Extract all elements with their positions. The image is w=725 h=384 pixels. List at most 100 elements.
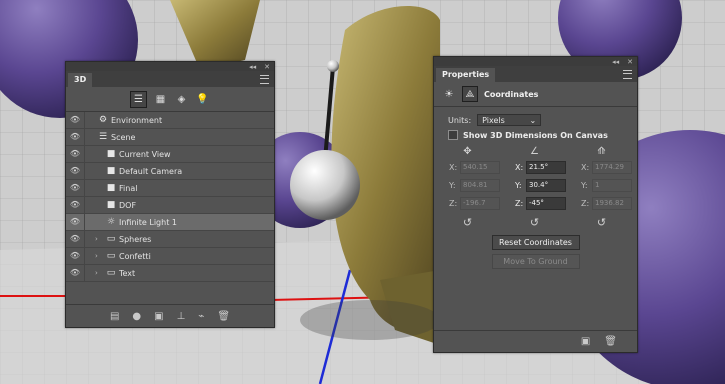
visibility-eye-icon[interactable]: 👁 [66, 214, 85, 230]
layer-row[interactable]: 👁 › ▭ Spheres [66, 231, 274, 248]
units-label: Units: [448, 115, 472, 125]
layer-name: Scene [111, 132, 136, 142]
position-z-label: Z: [449, 199, 458, 208]
reset-rotation-icon[interactable]: ↺ [501, 216, 568, 229]
folder-icon: ▭ [106, 251, 116, 261]
add-material-icon[interactable]: ▣ [154, 311, 163, 322]
expand-chevron-icon[interactable]: › [95, 269, 103, 277]
camera-icon: ■ [106, 183, 116, 193]
show-dimensions-label: Show 3D Dimensions On Canvas [463, 130, 608, 140]
layer-row[interactable]: 👁 ■ Default Camera [66, 163, 274, 180]
visibility-eye-icon[interactable]: 👁 [66, 197, 85, 213]
ground-icon[interactable]: ⊥ [177, 311, 186, 322]
panel-topbar: ◂◂ ✕ [66, 62, 274, 71]
scale-z-field[interactable]: 1936.82 [592, 197, 632, 210]
rotation-x-field[interactable]: 21.5° [526, 161, 566, 174]
tab-row: 3D [66, 71, 274, 87]
show-dimensions-row: Show 3D Dimensions On Canvas [434, 126, 637, 140]
rotation-z-field[interactable]: -45° [526, 197, 566, 210]
visibility-eye-icon[interactable]: 👁 [66, 112, 85, 128]
scale-x-label: X: [581, 163, 590, 172]
visibility-eye-icon[interactable]: 👁 [66, 248, 85, 264]
move-to-ground-row: Move To Ground [434, 250, 637, 269]
scene-filter-icon[interactable]: ☰ [130, 90, 147, 108]
position-z-field[interactable]: -196.7 [460, 197, 500, 210]
layer-name: Current View [119, 149, 171, 159]
position-icon: ✥ [463, 146, 472, 157]
units-select[interactable]: Pixels ⌄ [477, 114, 542, 126]
chevron-down-icon: ⌄ [529, 115, 537, 125]
tab-3d[interactable]: 3D [68, 73, 93, 87]
add-constraint-icon[interactable]: ⌁ [198, 311, 204, 322]
panel-menu-icon[interactable] [623, 70, 632, 79]
expand-chevron-icon[interactable]: › [95, 235, 103, 243]
add-light-icon[interactable]: ● [132, 311, 141, 322]
render-icon[interactable]: ▤ [110, 311, 119, 322]
scale-y-field[interactable]: 1 [592, 179, 632, 192]
show-dimensions-checkbox[interactable] [448, 130, 458, 140]
layer-name: Default Camera [119, 166, 183, 176]
delete-icon[interactable]: 🗑 [217, 311, 230, 322]
layer-row[interactable]: 👁 ■ Current View [66, 146, 274, 163]
layer-row[interactable]: 👁 ■ DOF [66, 197, 274, 214]
visibility-eye-icon[interactable]: 👁 [66, 180, 85, 196]
rotation-y-cell: Y: 30.4° [515, 179, 581, 192]
infinite-light-icon: ☼ [106, 217, 116, 227]
visibility-eye-icon[interactable]: 👁 [66, 163, 85, 179]
layer-row[interactable]: 👁 ■ Final [66, 180, 274, 197]
layer-name: Infinite Light 1 [119, 217, 177, 227]
coordinate-grid: X: 540.15 X: 21.5° X: 1774.29 Y: 804.81 … [434, 157, 637, 210]
collapse-icon[interactable]: ◂◂ [249, 63, 256, 71]
layer-row[interactable]: 👁 ☰ Scene [66, 129, 274, 146]
reset-coordinates-button[interactable]: Reset Coordinates [491, 235, 580, 250]
properties-header: ☀ ⟁ Coordinates [434, 82, 637, 107]
light-properties-icon[interactable]: ☀ [442, 87, 456, 101]
environment-icon: ⚙ [98, 115, 108, 125]
rotation-y-field[interactable]: 30.4° [526, 179, 566, 192]
scale-z-label: Z: [581, 199, 590, 208]
render-preview-icon[interactable]: ▣ [581, 336, 590, 347]
scale-z-cell: Z: 1936.82 [581, 197, 647, 210]
camera-icon: ■ [106, 200, 116, 210]
position-y-field[interactable]: 804.81 [460, 179, 500, 192]
layer-name: Final [119, 183, 138, 193]
expand-chevron-icon[interactable]: › [95, 252, 103, 260]
rotation-x-label: X: [515, 163, 524, 172]
light-filter-icon[interactable]: 💡 [195, 92, 210, 107]
layer-name: Environment [111, 115, 163, 125]
layer-row[interactable]: 👁 › ▭ Confetti [66, 248, 274, 265]
rotation-x-cell: X: 21.5° [515, 161, 581, 174]
panel-menu-icon[interactable] [260, 75, 269, 84]
visibility-eye-icon[interactable]: 👁 [66, 231, 85, 247]
reset-coordinates-row: Reset Coordinates [434, 229, 637, 250]
position-y-cell: Y: 804.81 [449, 179, 515, 192]
reset-position-icon[interactable]: ↺ [434, 216, 501, 229]
scale-x-cell: X: 1774.29 [581, 161, 647, 174]
reset-scale-icon[interactable]: ↺ [568, 216, 635, 229]
tab-properties[interactable]: Properties [436, 68, 496, 82]
layer-row[interactable]: 👁 ⚙ Environment [66, 112, 274, 129]
visibility-eye-icon[interactable]: 👁 [66, 146, 85, 162]
units-value: Pixels [482, 115, 505, 125]
close-panel-icon[interactable]: ✕ [627, 58, 633, 66]
move-to-ground-button[interactable]: Move To Ground [491, 254, 580, 269]
position-x-field[interactable]: 540.15 [460, 161, 500, 174]
collapse-icon[interactable]: ◂◂ [612, 58, 619, 66]
position-y-label: Y: [449, 181, 456, 190]
panel-bottom-bar: ▤ ● ▣ ⊥ ⌁ 🗑 [66, 304, 274, 327]
reset-icons-row: ↺ ↺ ↺ [434, 210, 637, 229]
delete-icon[interactable]: 🗑 [604, 336, 617, 347]
visibility-eye-icon[interactable]: 👁 [66, 265, 85, 281]
material-filter-icon[interactable]: ◈ [174, 92, 189, 107]
mesh-filter-icon[interactable]: ▦ [153, 92, 168, 107]
close-panel-icon[interactable]: ✕ [264, 63, 270, 71]
scale-x-field[interactable]: 1774.29 [592, 161, 632, 174]
layer-list: 👁 ⚙ Environment 👁 ☰ Scene 👁 ■ Current View 👁 ■ Defa… [66, 112, 274, 282]
coordinates-icon[interactable]: ⟁ [462, 86, 478, 102]
layer-row[interactable]: 👁 › ▭ Text [66, 265, 274, 282]
layer-name: Text [119, 268, 136, 278]
layer-row[interactable]: 👁 ☼ Infinite Light 1 [66, 214, 274, 231]
folder-icon: ▭ [106, 268, 116, 278]
camera-icon: ■ [106, 149, 116, 159]
visibility-eye-icon[interactable]: 👁 [66, 129, 85, 145]
